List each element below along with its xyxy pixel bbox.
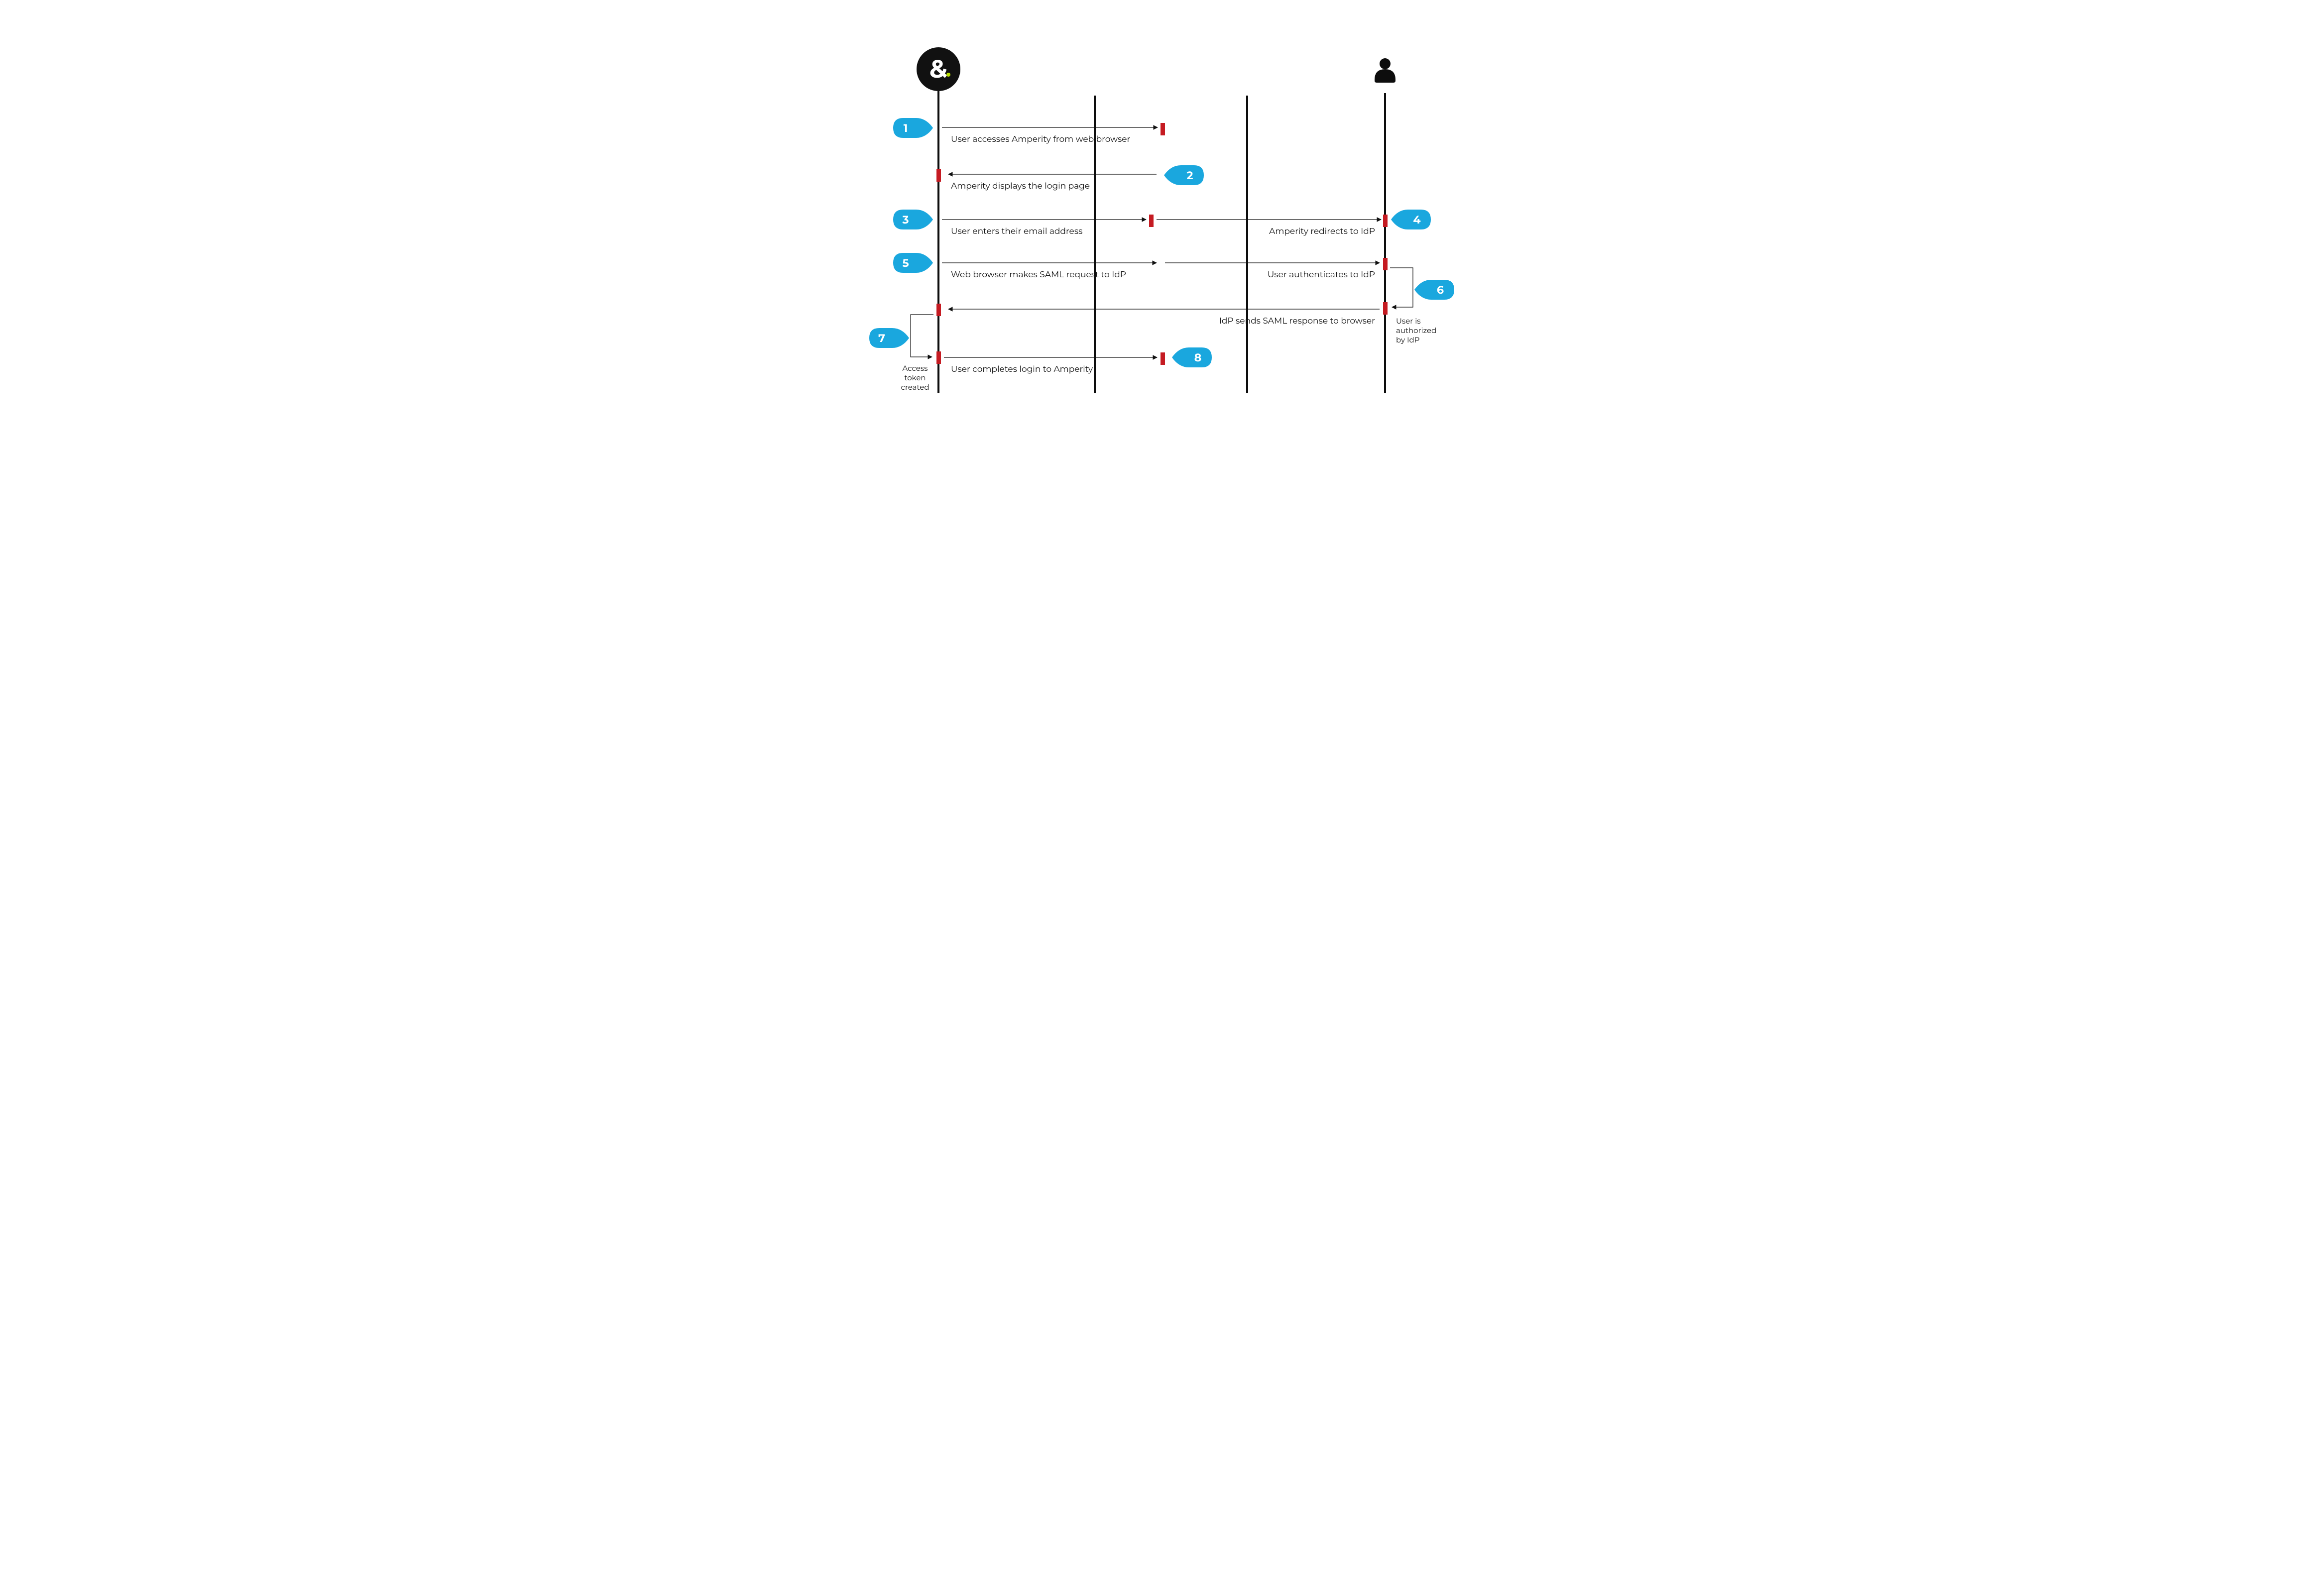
svg-text:7: 7	[878, 332, 885, 345]
svg-text:1: 1	[904, 121, 908, 135]
svg-text:2: 2	[1187, 169, 1193, 182]
svg-text:5: 5	[902, 256, 909, 270]
step-7-label-3: created	[901, 382, 930, 392]
step-7: 7 Access token created	[869, 315, 941, 392]
svg-text:8: 8	[1194, 351, 1202, 364]
badge-7: 7	[869, 328, 909, 348]
badge-6: 6	[1414, 280, 1454, 300]
step-1-label: User accesses Amperity from web browser	[951, 134, 1131, 144]
step-2-label: Amperity displays the login page	[951, 181, 1090, 191]
step-4-label: Amperity redirects to IdP	[1269, 226, 1375, 236]
step-5b-label: User authenticates to IdP	[1268, 270, 1375, 280]
amperity-icon: &	[917, 47, 960, 91]
badge-2: 2	[1164, 165, 1204, 185]
step-8-label: User completes login to Amperity	[951, 364, 1093, 374]
step-7-label-1: Access	[902, 363, 928, 373]
step-2: 2 Amperity displays the login page	[936, 165, 1204, 191]
step-6-label-3: by IdP	[1396, 335, 1419, 344]
step-6-label-2: authorized	[1396, 326, 1436, 335]
svg-text:6: 6	[1437, 283, 1444, 297]
svg-text:&: &	[930, 54, 947, 84]
sequence-diagram: & 1 User accesses Amperity from web brow…	[833, 0, 1491, 448]
badge-8: 8	[1172, 347, 1212, 367]
step-6-label-1: User is	[1396, 316, 1421, 326]
svg-text:3: 3	[902, 213, 909, 226]
step-3-label: User enters their email address	[951, 226, 1082, 236]
step-1: 1 User accesses Amperity from web browse…	[893, 118, 1165, 144]
badge-5: 5	[893, 253, 933, 273]
step-8: 8 User completes login to Amperity	[944, 347, 1212, 374]
step-5-label: Web browser makes SAML request to IdP	[951, 270, 1126, 280]
step-3-4: 3 4 User enters their email address Ampe…	[893, 210, 1431, 236]
step-7-label-2: token	[904, 373, 926, 382]
svg-text:4: 4	[1413, 213, 1420, 226]
step-5: 5 Web browser makes SAML request to IdP …	[893, 253, 1388, 280]
badge-4: 4	[1391, 210, 1431, 229]
step-6b-label: IdP sends SAML response to browser	[1219, 316, 1375, 326]
user-icon	[1375, 58, 1395, 83]
badge-3: 3	[893, 210, 933, 229]
badge-1: 1	[893, 118, 933, 138]
